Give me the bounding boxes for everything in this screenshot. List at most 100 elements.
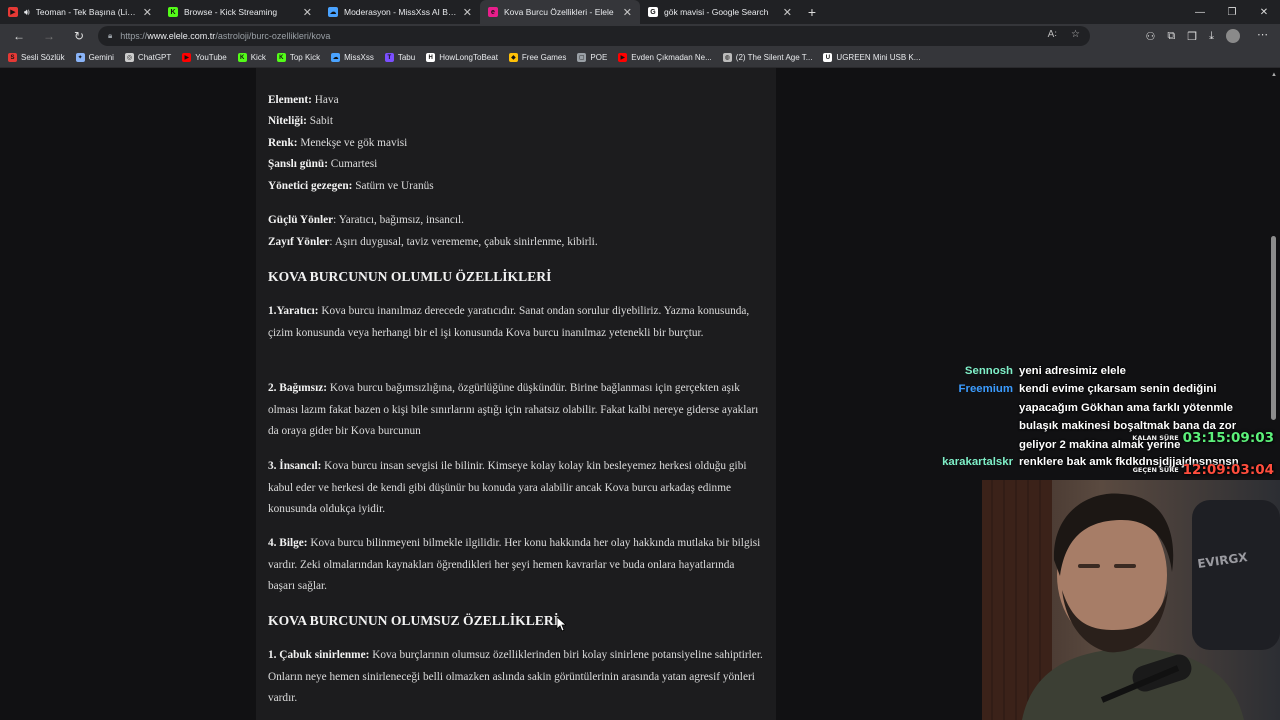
bookmark-10[interactable]: ▢ POE bbox=[577, 53, 607, 62]
bookmark-11[interactable]: ▶ Evden Çıkmadan Ne... bbox=[618, 53, 712, 62]
bookmark-8[interactable]: H HowLongToBeat bbox=[426, 53, 498, 62]
collections-icon[interactable]: ❒ bbox=[1187, 30, 1197, 43]
tab-close-icon[interactable]: ✕ bbox=[463, 6, 472, 19]
positive-trait-paragraph: 1.Yaratıcı: Kova burcu inanılmaz dereced… bbox=[268, 301, 764, 344]
audio-icon[interactable]: 🔊︎ bbox=[24, 7, 30, 18]
paragraph-label: Element: bbox=[268, 94, 312, 106]
tab-favicon-icon: ▶ bbox=[8, 7, 18, 17]
tab-2[interactable]: ☁ Moderasyon - MissXss AI Bot Sys ✕ bbox=[320, 0, 480, 24]
extensions-icon[interactable]: ⧉ bbox=[1167, 30, 1175, 43]
read-aloud-icon[interactable]: A꞉ bbox=[1048, 29, 1057, 40]
window-controls: — ❐ ✕ bbox=[1184, 0, 1280, 24]
tab-title: Browse - Kick Streaming bbox=[184, 7, 278, 17]
bookmark-icon: T bbox=[384, 53, 394, 62]
address-bar[interactable]: 🔒︎ https://www.elele.com.tr/astroloji/bu… bbox=[98, 26, 1090, 46]
bookmark-0[interactable]: S Sesli Sözlük bbox=[8, 53, 65, 62]
bookmark-icon: ✦ bbox=[75, 53, 85, 62]
new-tab-button[interactable]: + bbox=[800, 0, 824, 24]
fact-row: Element: Hava bbox=[268, 90, 764, 112]
bookmark-5[interactable]: K Top Kick bbox=[276, 53, 321, 62]
gamepad-icon[interactable]: ⚇ bbox=[1146, 30, 1156, 43]
tab-favicon-icon: K bbox=[168, 7, 178, 17]
reload-icon[interactable]: ↻ bbox=[64, 24, 94, 48]
paragraph-label: 4. Bilge: bbox=[268, 537, 308, 549]
paragraph-label: Şanslı günü: bbox=[268, 158, 328, 170]
bookmark-label: MissXss bbox=[344, 53, 374, 62]
bookmark-icon: K bbox=[276, 53, 286, 62]
mouse-cursor bbox=[556, 616, 566, 632]
minimize-icon[interactable]: — bbox=[1184, 0, 1216, 24]
bookmark-label: Tabu bbox=[397, 53, 416, 62]
paragraph-label: 1.Yaratıcı: bbox=[268, 305, 319, 317]
tab-3[interactable]: e Kova Burcu Özellikleri - Elele ✕ bbox=[480, 0, 640, 24]
tab-close-icon[interactable]: ✕ bbox=[623, 6, 632, 19]
heading-negative-traits: KOVA BURCUNUN OLUMSUZ ÖZELLİKLERİ bbox=[268, 613, 559, 628]
fact-row: Yönetici gezegen: Satürn ve Uranüs bbox=[268, 176, 764, 198]
chat-text: yeni adresimiz elele bbox=[1019, 365, 1127, 377]
bookmark-icon: ◎ bbox=[124, 53, 134, 62]
bookmark-label: Gemini bbox=[88, 53, 114, 62]
fact-row: Renk: Menekşe ve gök mavisi bbox=[268, 133, 764, 155]
chat-username[interactable]: Freemium bbox=[940, 380, 1019, 454]
bookmark-4[interactable]: K Kick bbox=[237, 53, 266, 62]
tab-strip: ▶ 🔊︎ Teoman - Tek Başına (Live) | ✕ K Browse … bbox=[0, 0, 800, 24]
bookmark-9[interactable]: ◆ Free Games bbox=[508, 53, 567, 62]
paragraph-text: Kova burcu insan sevgisi ile bilinir. Ki… bbox=[268, 460, 747, 515]
bookmark-13[interactable]: U UGREEN Mini USB K... bbox=[823, 53, 920, 62]
tab-close-icon[interactable]: ✕ bbox=[143, 6, 152, 19]
forward-icon[interactable]: → bbox=[34, 24, 64, 48]
chat-username[interactable]: Sennosh bbox=[940, 362, 1019, 381]
paragraph-text: Kova burcu inanılmaz derecede yaratıcıdı… bbox=[268, 305, 750, 339]
toolbar-icons: ⚇ ⧉ ❒ ⤓ bbox=[1146, 24, 1240, 48]
positive-trait-paragraph: 4. Bilge: Kova burcu bilinmeyeni bilmekl… bbox=[268, 533, 764, 598]
scroll-up-icon[interactable]: ▲ bbox=[1270, 72, 1278, 78]
paragraph-text: Menekşe ve gök mavisi bbox=[297, 137, 408, 149]
bookmark-label: Sesli Sözlük bbox=[21, 53, 65, 62]
tab-4[interactable]: Ggök mavisi - Google Search ✕ bbox=[640, 0, 800, 24]
tab-0[interactable]: ▶ 🔊︎ Teoman - Tek Başına (Live) | ✕ bbox=[0, 0, 160, 24]
bookmark-3[interactable]: ▶ YouTube bbox=[182, 53, 227, 62]
bookmark-icon: ◍ bbox=[722, 53, 732, 62]
restore-icon[interactable]: ❐ bbox=[1216, 0, 1248, 24]
bookmark-label: Kick bbox=[250, 53, 266, 62]
bookmark-icon: ▶ bbox=[182, 53, 192, 62]
tab-close-icon[interactable]: ✕ bbox=[303, 6, 312, 19]
tab-1[interactable]: K Browse - Kick Streaming ✕ bbox=[160, 0, 320, 24]
paragraph-text: Kova burcu bağımsızlığına, özgürlüğüne d… bbox=[268, 382, 759, 437]
tab-bar: ▶ 🔊︎ Teoman - Tek Başına (Live) | ✕ K Browse … bbox=[0, 0, 1280, 24]
negative-trait-paragraph: 1. Çabuk sinirlenme: Kova burçlarının ol… bbox=[268, 645, 764, 710]
bookmark-label: ChatGPT bbox=[137, 53, 172, 62]
webcam-feed: EVIRGX bbox=[982, 480, 1280, 720]
profile-avatar[interactable] bbox=[1226, 29, 1240, 43]
bookmarks-bar: S Sesli Sözlük ✦ Gemini ◎ ChatGPT ▶ YouTube K Kic… bbox=[0, 48, 1280, 68]
paragraph-text: Sabit bbox=[306, 115, 333, 127]
bookmark-6[interactable]: ☁ MissXss bbox=[331, 53, 374, 62]
lock-icon: 🔒︎ bbox=[108, 31, 113, 40]
chat-username[interactable]: karakartalskr bbox=[940, 453, 1019, 472]
paragraph-label: Renk: bbox=[268, 137, 298, 149]
menu-icon[interactable]: ⋯ bbox=[1257, 28, 1268, 41]
bookmark-label: POE bbox=[590, 53, 608, 62]
download-icon[interactable]: ⤓ bbox=[1209, 30, 1214, 43]
bookmark-12[interactable]: ◍ (2) The Silent Age T... bbox=[722, 53, 812, 62]
paragraph-text: Cumartesi bbox=[327, 158, 378, 170]
bookmark-1[interactable]: ✦ Gemini bbox=[75, 53, 114, 62]
bookmark-label: Top Kick bbox=[289, 53, 321, 62]
strengths-row: Güçlü Yönler: Yaratıcı, bağımsız, insanc… bbox=[268, 210, 764, 232]
tab-favicon-icon: ☁ bbox=[328, 7, 338, 17]
close-icon[interactable]: ✕ bbox=[1248, 0, 1280, 24]
tab-favicon-icon: e bbox=[488, 7, 498, 17]
bookmark-7[interactable]: T Tabu bbox=[384, 53, 416, 62]
bookmark-label: HowLongToBeat bbox=[439, 53, 498, 62]
tab-close-icon[interactable]: ✕ bbox=[783, 6, 792, 19]
toolbar: ← → ↻ 🔒︎ https://www.elele.com.tr/astrol… bbox=[0, 24, 1280, 48]
url-text: https://www.elele.com.tr/astroloji/burc-… bbox=[120, 31, 331, 41]
bookmark-icon: ◆ bbox=[508, 53, 518, 62]
back-icon[interactable]: ← bbox=[4, 24, 34, 48]
favorite-star-icon[interactable]: ☆ bbox=[1071, 29, 1080, 40]
bookmark-2[interactable]: ◎ ChatGPT bbox=[124, 53, 172, 62]
bookmark-label: Evden Çıkmadan Ne... bbox=[631, 53, 712, 62]
article-content: Element: Hava Niteliği: Sabit Renk: Menekş… bbox=[256, 68, 776, 720]
bookmark-label: Free Games bbox=[521, 53, 567, 62]
paragraph-label: Niteliği: bbox=[268, 115, 307, 127]
